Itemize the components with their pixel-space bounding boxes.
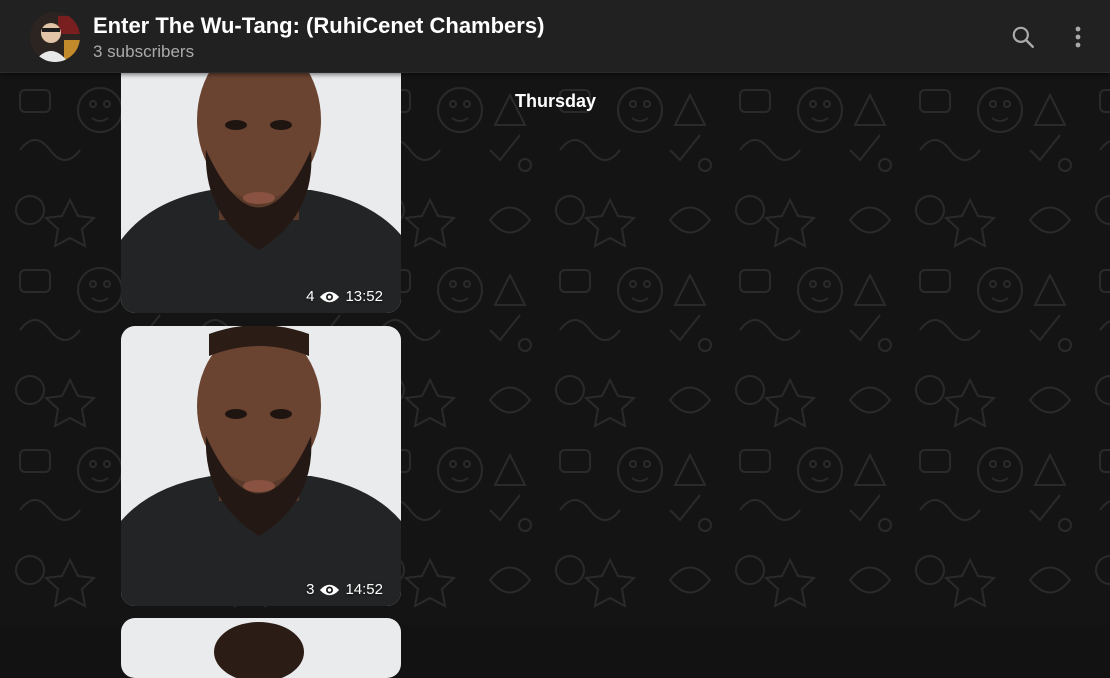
search-icon [1012, 26, 1034, 48]
portrait-photo [121, 618, 401, 678]
subscriber-count: 3 subscribers [93, 42, 195, 61]
portrait-photo [121, 326, 401, 606]
message-meta: 3 14:52 [306, 581, 383, 598]
more-vertical-icon [1075, 26, 1081, 48]
message-time: 13:52 [345, 288, 383, 305]
search-button[interactable] [1006, 19, 1040, 55]
photo-message[interactable]: 4 13:52 [121, 50, 401, 313]
message-meta: 4 13:52 [306, 288, 383, 305]
date-separator: Thursday [515, 90, 597, 111]
channel-avatar[interactable] [30, 12, 80, 62]
eye-icon [320, 291, 340, 302]
channel-title[interactable]: Enter The Wu-Tang: (RuhiCenet Chambers) [93, 13, 544, 39]
photo-message[interactable] [121, 618, 401, 678]
more-options-button[interactable] [1061, 19, 1095, 55]
portrait-photo [121, 50, 401, 313]
photo-message[interactable]: 3 14:52 [121, 326, 401, 606]
eye-icon [320, 584, 340, 595]
message-time: 14:52 [345, 581, 383, 598]
view-count: 3 [306, 581, 315, 598]
view-count: 4 [306, 288, 315, 305]
chat-header: Enter The Wu-Tang: (RuhiCenet Chambers) … [0, 0, 1110, 73]
